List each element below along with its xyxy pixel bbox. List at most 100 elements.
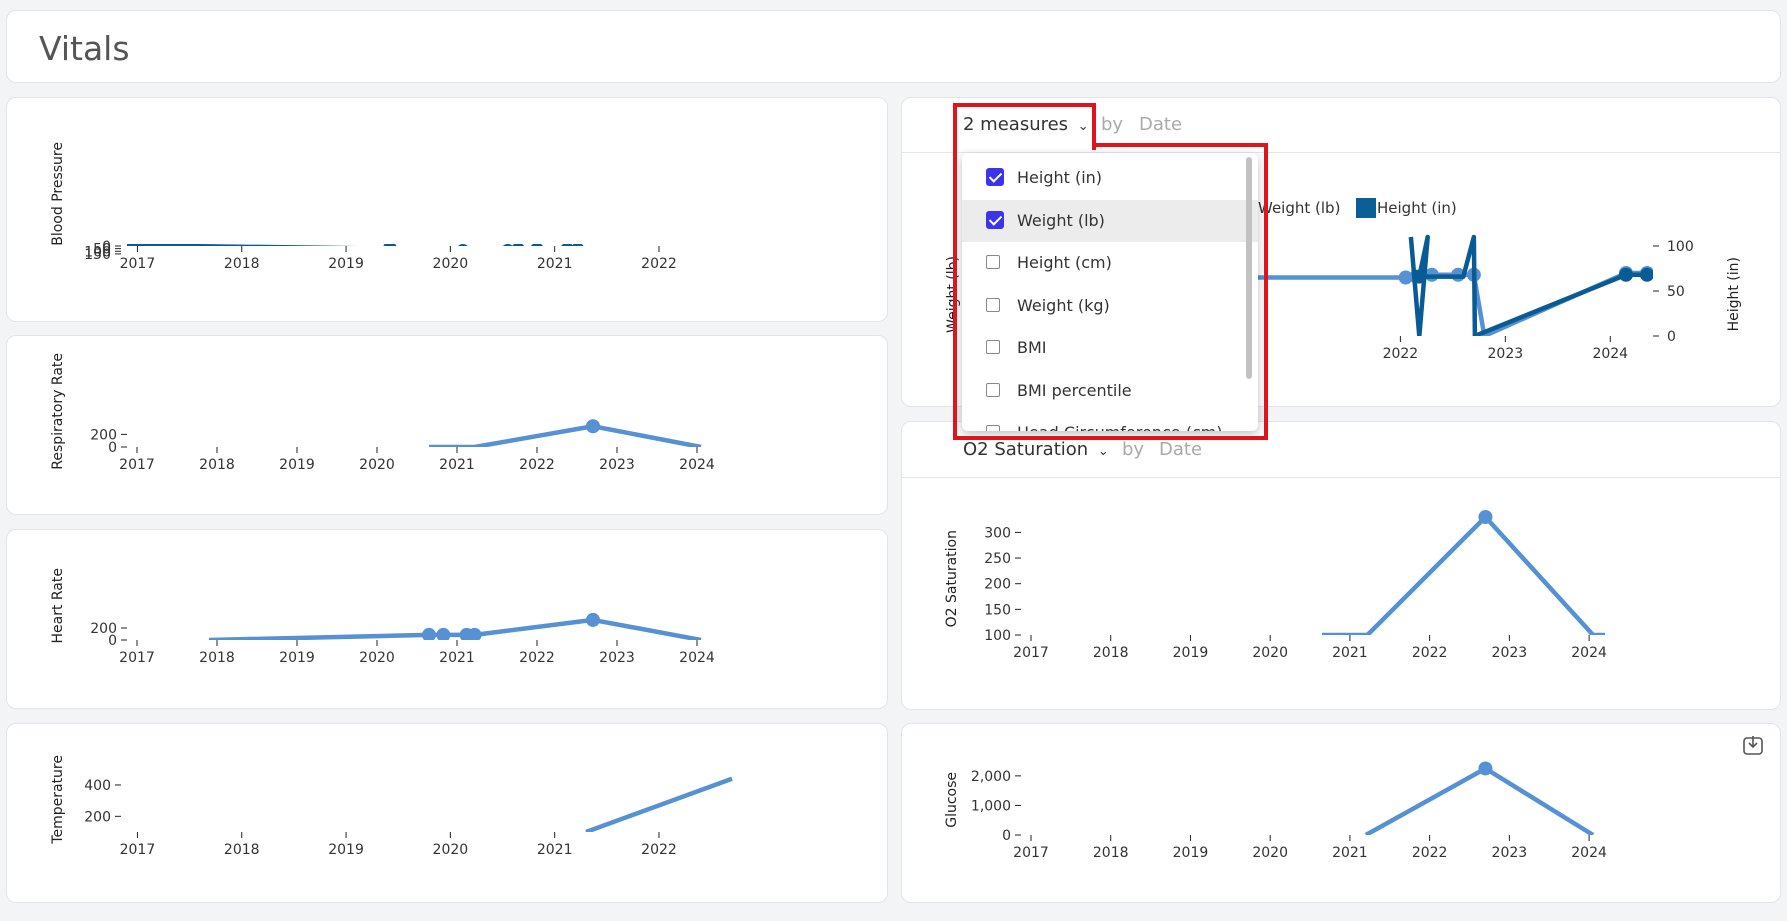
data-point: [561, 244, 574, 246]
data-point: [514, 244, 523, 246]
y-tick-label: 250: [984, 551, 1011, 567]
by-label: by: [1101, 114, 1124, 135]
data-point: [385, 244, 395, 246]
x-tick-label: 2022: [641, 256, 677, 272]
x-tick-label: 2018: [224, 842, 260, 858]
y-tick-label: 150: [984, 602, 1011, 618]
x-tick-label: 2017: [119, 650, 155, 666]
y-tick-label: 0: [1002, 828, 1011, 844]
data-point: [1412, 269, 1427, 284]
y-tick-label: 100: [984, 628, 1011, 644]
respiratory-rate-card: Respiratory Rate 2017 2018 2019 2020 2021 202…: [6, 335, 888, 515]
x-tick-label: 2022: [1383, 346, 1419, 362]
x-tick-label: 2024: [679, 457, 715, 473]
x-tick-label: 2020: [1252, 845, 1288, 861]
data-point: [530, 244, 543, 246]
legend-item-weight: Weight (lb): [1258, 199, 1341, 217]
data-point: [586, 419, 600, 434]
data-point: [502, 244, 513, 246]
series-line: [208, 617, 702, 640]
data-point: [467, 627, 482, 640]
o2-selector-dropdown[interactable]: O2 Saturation ⌄: [963, 439, 1109, 460]
x-tick-label: 2022: [1412, 845, 1448, 861]
group-by-selector[interactable]: Date: [1139, 114, 1182, 135]
x-tick-label: 2017: [1013, 845, 1049, 861]
data-point: [1619, 267, 1634, 282]
x-tick-label: 2018: [224, 256, 260, 272]
legend-item-height: Height (in): [1377, 199, 1457, 217]
series-line: [1322, 514, 1606, 635]
x-tick-label: 2021: [1332, 645, 1368, 661]
x-tick-label: 2021: [537, 842, 573, 858]
glucose-card: Glucose 2017 2018 2019 2020 2021 2022 2023 2024…: [901, 723, 1781, 903]
y-tick-label: 200: [984, 577, 1011, 593]
temperature-card: Temperature 2017 2018 2019 2020 2021 2022 200 4…: [6, 723, 888, 903]
series-line: [1364, 766, 1595, 835]
y-tick-label: 50: [1667, 284, 1685, 300]
x-tick-label: 2021: [1332, 845, 1368, 861]
o2-saturation-card: O2 Saturation ⌄ by Date O2 Saturation 20…: [901, 421, 1781, 710]
x-tick-label: 2021: [439, 457, 475, 473]
y-tick-label: 200: [90, 621, 117, 637]
data-point: [1640, 267, 1653, 282]
data-point: [586, 612, 600, 627]
legend-swatch-height: [1356, 198, 1376, 218]
blood-pressure-chart: 2017 2018 2019 2020 2021 2022050100150: [84, 239, 732, 272]
y-axis-label: Respiratory Rate: [50, 353, 66, 470]
y-axis-label: Glucose: [944, 772, 960, 828]
respiratory-rate-chart: 2017 2018 2019 2020 2021 2022 2023 20240200: [90, 419, 715, 473]
series-line: [585, 776, 733, 832]
glucose-chart: 2017 2018 2019 2020 2021 2022 2023 2024 0 1,000 2,…: [971, 761, 1607, 861]
x-tick-label: 2020: [433, 256, 469, 272]
x-tick-label: 2023: [599, 457, 635, 473]
x-tick-label: 2020: [359, 457, 395, 473]
y-tick-label: 200: [84, 809, 111, 825]
x-tick-label: 2024: [1592, 346, 1628, 362]
x-tick-label: 2020: [1252, 645, 1288, 661]
y-axis-label: O2 Saturation: [944, 530, 960, 628]
y-tick-label: 300: [984, 525, 1011, 541]
x-tick-label: 2022: [519, 457, 555, 473]
x-tick-label: 2020: [359, 650, 395, 666]
download-icon[interactable]: [1742, 734, 1764, 756]
x-tick-label: 2019: [1173, 845, 1209, 861]
highlight-outline-panel: [953, 143, 1268, 440]
heart-rate-chart: 2017 2018 2019 2020 2021 2022 2023 20240200: [90, 612, 715, 666]
x-tick-label: 2024: [1571, 645, 1607, 661]
x-tick-label: 2022: [641, 842, 677, 858]
x-tick-label: 2023: [1492, 845, 1528, 861]
y-tick-label: 150: [84, 247, 111, 263]
x-tick-label: 2021: [537, 256, 573, 272]
page-header: Vitals: [6, 10, 1781, 83]
data-point: [422, 627, 436, 640]
series-line: [127, 244, 240, 246]
y-tick-label: 1,000: [971, 798, 1011, 814]
y-axis-label: Temperature: [50, 755, 66, 844]
group-by-selector[interactable]: Date: [1159, 439, 1202, 460]
x-tick-label: 2019: [279, 650, 315, 666]
data-point: [501, 249, 515, 263]
heart-rate-card: Heart Rate 2017 2018 2019 2020 2021 2022 2023 2…: [6, 529, 888, 709]
data-point: [1478, 510, 1493, 524]
data-point: [383, 244, 397, 246]
series-line: [429, 424, 702, 447]
temperature-chart: 2017 2018 2019 2020 2021 2022 200 400: [84, 776, 733, 858]
data-point: [1478, 761, 1493, 776]
data-point: [571, 244, 584, 246]
x-tick-label: 2021: [439, 650, 475, 666]
y-tick-label: 2,000: [971, 769, 1011, 785]
series-area: [127, 246, 732, 256]
x-tick-label: 2019: [1173, 645, 1209, 661]
x-tick-label: 2022: [1412, 645, 1448, 661]
y-tick-label: 400: [84, 778, 111, 794]
x-tick-label: 2024: [1571, 845, 1607, 861]
series-line: [1222, 270, 1647, 336]
y-axis-label: Heart Rate: [50, 568, 66, 644]
y-tick-label: 0: [1667, 329, 1676, 345]
y-axis-label: Blood Pressure: [50, 142, 66, 246]
page-title: Vitals: [39, 29, 130, 68]
series-line: [1408, 234, 1647, 336]
x-tick-label: 2023: [1492, 645, 1528, 661]
x-tick-label: 2018: [199, 650, 235, 666]
data-point: [512, 244, 525, 246]
